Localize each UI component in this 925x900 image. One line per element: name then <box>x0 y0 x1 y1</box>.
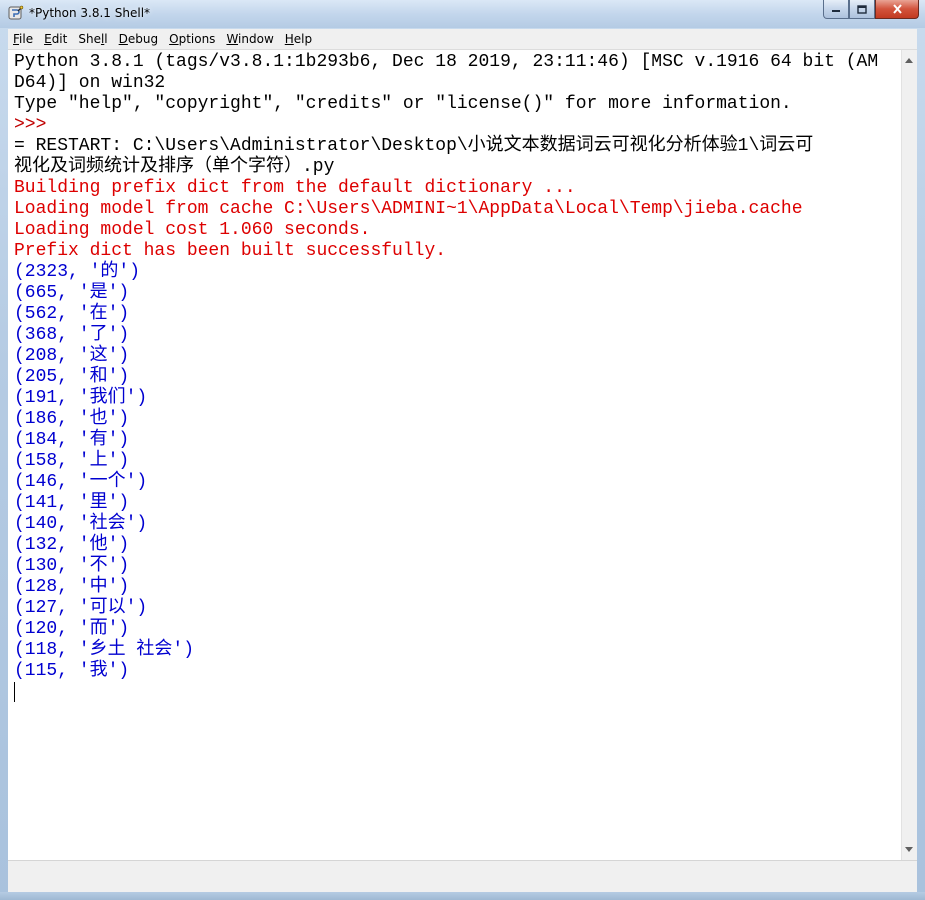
result-line: (368, '了') <box>14 325 130 345</box>
menu-bar: File Edit Shell Debug Options Window Help <box>8 29 917 50</box>
prompt-line: >>> <box>14 115 58 135</box>
window-bottom-frame <box>0 892 925 900</box>
vertical-scrollbar[interactable] <box>901 50 917 860</box>
minimize-icon <box>832 10 840 12</box>
result-line: (158, '上') <box>14 451 130 471</box>
menu-item-window[interactable]: Window <box>221 29 278 49</box>
menu-item-edit[interactable]: Edit <box>39 29 72 49</box>
result-line: (2323, '的') <box>14 262 141 282</box>
result-line: (128, '中') <box>14 577 130 597</box>
result-line: (141, '里') <box>14 493 130 513</box>
menu-item-file[interactable]: File <box>8 29 38 49</box>
result-line: (115, '我') <box>14 661 130 681</box>
result-line: (118, '乡土 社会') <box>14 640 195 660</box>
result-line: (205, '和') <box>14 367 130 387</box>
status-bar <box>8 860 917 893</box>
output-line: = RESTART: C:\Users\Administrator\Deskto… <box>14 136 814 156</box>
result-line: (665, '是') <box>14 283 130 303</box>
text-cursor <box>14 682 15 702</box>
output-line: Type "help", "copyright", "credits" or "… <box>14 94 792 114</box>
result-line: (208, '这') <box>14 346 130 366</box>
result-line: (186, '也') <box>14 409 130 429</box>
result-line: (127, '可以') <box>14 598 148 618</box>
menu-item-options[interactable]: Options <box>164 29 220 49</box>
result-line: (562, '在') <box>14 304 130 324</box>
stderr-line: Loading model from cache C:\Users\ADMINI… <box>14 199 803 219</box>
close-button[interactable] <box>875 0 919 19</box>
window-title: *Python 3.8.1 Shell* <box>29 6 151 20</box>
result-line: (146, '一个') <box>14 472 148 492</box>
python-idle-icon <box>8 5 24 21</box>
menu-item-shell[interactable]: Shell <box>73 29 112 49</box>
stderr-line: Loading model cost 1.060 seconds. <box>14 220 371 240</box>
stderr-line: Building prefix dict from the default di… <box>14 178 576 198</box>
result-line: (140, '社会') <box>14 514 148 534</box>
output-line: 视化及词频统计及排序（单个字符）.py <box>14 157 335 177</box>
title-bar[interactable]: *Python 3.8.1 Shell* <box>0 0 925 28</box>
scroll-up-icon[interactable] <box>905 58 913 63</box>
shell-text-area[interactable]: Python 3.8.1 (tags/v3.8.1:1b293b6, Dec 1… <box>8 50 901 860</box>
output-line: D64)] on win32 <box>14 73 166 93</box>
maximize-icon <box>857 4 867 14</box>
menu-item-help[interactable]: Help <box>280 29 317 49</box>
minimize-button[interactable] <box>823 0 849 19</box>
output-line: Python 3.8.1 (tags/v3.8.1:1b293b6, Dec 1… <box>14 52 879 72</box>
idle-shell-window: *Python 3.8.1 Shell* File Edit Shell Debug O… <box>0 0 925 900</box>
result-line: (132, '他') <box>14 535 130 555</box>
close-icon <box>892 4 902 14</box>
result-line: (120, '而') <box>14 619 130 639</box>
result-line: (184, '有') <box>14 430 130 450</box>
menu-item-debug[interactable]: Debug <box>114 29 163 49</box>
result-line: (130, '不') <box>14 556 130 576</box>
stderr-line: Prefix dict has been built successfully. <box>14 241 447 261</box>
window-controls <box>823 0 919 20</box>
shell-output: Python 3.8.1 (tags/v3.8.1:1b293b6, Dec 1… <box>8 50 901 682</box>
scroll-down-icon[interactable] <box>905 847 913 852</box>
maximize-button[interactable] <box>849 0 875 19</box>
result-line: (191, '我们') <box>14 388 148 408</box>
